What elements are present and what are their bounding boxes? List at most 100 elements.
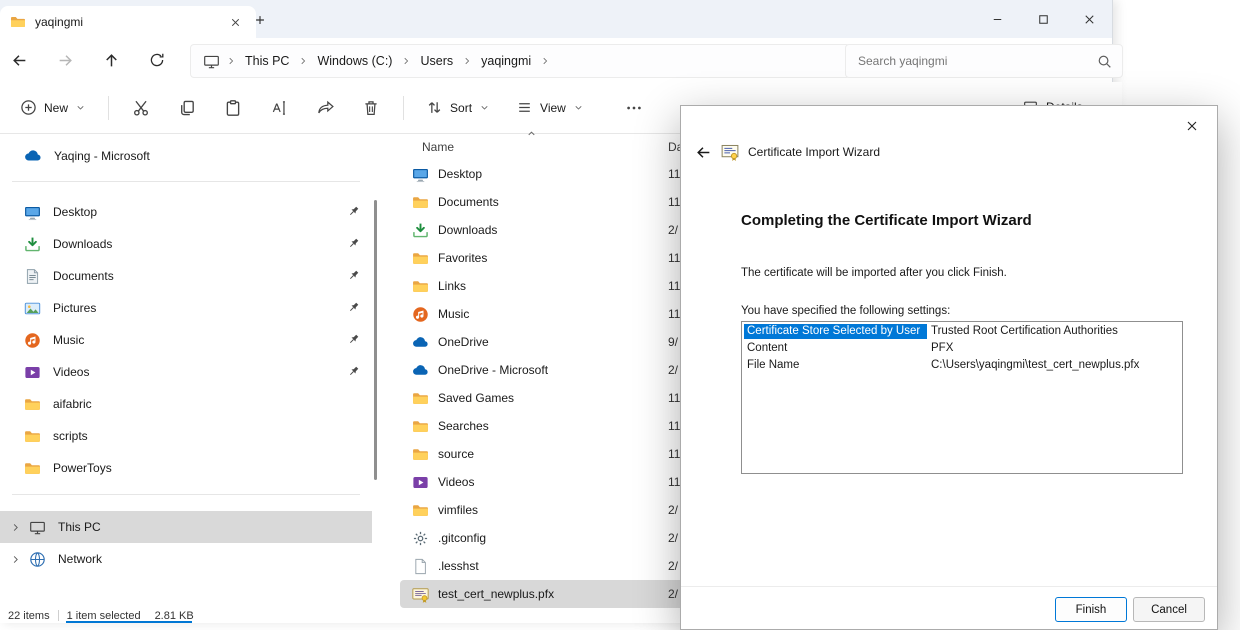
folder-icon bbox=[412, 390, 429, 407]
file-name: Documents bbox=[438, 195, 499, 209]
sidebar-item-downloads[interactable]: Downloads bbox=[0, 228, 372, 260]
chevron-right-icon bbox=[462, 56, 472, 66]
dialog-close-button[interactable] bbox=[1177, 114, 1207, 138]
sidebar-item-label: Documents bbox=[53, 269, 114, 283]
settings-row[interactable]: Content PFX bbox=[744, 341, 1180, 356]
selection-size: 2.81 KB bbox=[155, 610, 194, 622]
share-button[interactable] bbox=[305, 90, 345, 126]
up-button[interactable] bbox=[94, 44, 128, 76]
refresh-icon bbox=[149, 52, 165, 68]
file-date: 11 bbox=[668, 447, 680, 461]
cut-button[interactable] bbox=[121, 90, 161, 126]
sidebar-item-desktop[interactable]: Desktop bbox=[0, 196, 372, 228]
copy-icon bbox=[178, 99, 196, 117]
view-button[interactable]: View bbox=[506, 90, 594, 126]
file-name: Music bbox=[438, 307, 469, 321]
rename-button[interactable] bbox=[259, 90, 299, 126]
search-input[interactable] bbox=[856, 53, 1097, 69]
finish-button[interactable]: Finish bbox=[1055, 597, 1127, 622]
sidebar-item-pictures[interactable]: Pictures bbox=[0, 292, 372, 324]
sidebar-item-documents[interactable]: Documents bbox=[0, 260, 372, 292]
file-name: Links bbox=[438, 279, 466, 293]
back-button[interactable] bbox=[2, 44, 36, 76]
new-tab-button[interactable] bbox=[248, 8, 272, 32]
file-name: Desktop bbox=[438, 167, 482, 181]
status-divider bbox=[58, 610, 59, 621]
new-button[interactable]: New bbox=[10, 90, 96, 126]
copy-button[interactable] bbox=[167, 90, 207, 126]
more-icon bbox=[625, 99, 643, 117]
maximize-icon bbox=[1036, 12, 1051, 27]
column-header-name[interactable]: Name bbox=[422, 140, 454, 154]
minimize-button[interactable] bbox=[974, 0, 1020, 38]
sort-button[interactable]: Sort bbox=[416, 90, 500, 126]
chevron-down-icon bbox=[75, 102, 86, 113]
sidebar-item-label: aifabric bbox=[53, 397, 92, 411]
tab-yaqingmi[interactable]: yaqingmi bbox=[0, 6, 256, 38]
file-date: 2/ bbox=[668, 363, 678, 377]
pin-icon bbox=[347, 365, 360, 378]
sidebar-item-music[interactable]: Music bbox=[0, 324, 372, 356]
view-label: View bbox=[540, 101, 566, 115]
documents-icon bbox=[24, 268, 41, 285]
file-name: test_cert_newplus.pfx bbox=[438, 587, 554, 601]
videos-icon bbox=[412, 474, 429, 491]
window-controls bbox=[974, 0, 1112, 38]
search-icon bbox=[1097, 54, 1112, 69]
breadcrumb-windows-c[interactable]: Windows (C:) bbox=[310, 51, 399, 71]
sidebar-item-powertoys[interactable]: PowerToys bbox=[0, 452, 372, 484]
cancel-button[interactable]: Cancel bbox=[1133, 597, 1205, 622]
delete-button[interactable] bbox=[351, 90, 391, 126]
pictures-icon bbox=[24, 300, 41, 317]
scrollbar-thumb[interactable] bbox=[374, 200, 377, 480]
refresh-button[interactable] bbox=[140, 44, 174, 76]
file-name: source bbox=[438, 447, 474, 461]
tab-strip: yaqingmi bbox=[0, 0, 1112, 38]
file-date: 11 bbox=[668, 251, 680, 265]
tab-close-button[interactable] bbox=[224, 11, 246, 33]
more-options-button[interactable] bbox=[614, 90, 654, 126]
file-name: .gitconfig bbox=[438, 531, 486, 545]
sidebar-item-label: Music bbox=[53, 333, 84, 347]
pin-icon bbox=[347, 333, 360, 346]
file-date: 11 bbox=[668, 195, 680, 209]
chevron-down-icon bbox=[479, 102, 490, 113]
sidebar-item-onedrive[interactable]: Yaqing - Microsoft bbox=[0, 139, 372, 173]
sidebar-item-network[interactable]: Network bbox=[0, 543, 372, 575]
back-icon[interactable] bbox=[695, 144, 712, 161]
pin-icon bbox=[347, 301, 360, 314]
file-date: 2/ bbox=[668, 587, 678, 601]
settings-row[interactable]: File Name C:\Users\yaqingmi\test_cert_ne… bbox=[744, 358, 1180, 373]
settings-list[interactable]: Certificate Store Selected by User Trust… bbox=[741, 321, 1183, 474]
forward-button[interactable] bbox=[48, 44, 82, 76]
folder-icon bbox=[412, 278, 429, 295]
new-icon bbox=[20, 99, 37, 116]
music-icon bbox=[412, 306, 429, 323]
address-bar[interactable]: This PC Windows (C:) Users yaqingmi bbox=[190, 44, 850, 78]
maximize-button[interactable] bbox=[1020, 0, 1066, 38]
delete-icon bbox=[362, 99, 380, 117]
setting-value-filename: C:\Users\yaqingmi\test_cert_newplus.pfx bbox=[927, 358, 1143, 373]
setting-key-content: Content bbox=[744, 341, 927, 356]
cut-icon bbox=[132, 99, 150, 117]
paste-button[interactable] bbox=[213, 90, 253, 126]
folder-icon bbox=[412, 502, 429, 519]
breadcrumb-this-pc[interactable]: This PC bbox=[238, 51, 296, 71]
toolbar-divider bbox=[108, 96, 109, 120]
breadcrumb-users[interactable]: Users bbox=[413, 51, 460, 71]
chevron-right-icon bbox=[10, 554, 21, 565]
close-button[interactable] bbox=[1066, 0, 1112, 38]
sidebar-item-videos[interactable]: Videos bbox=[0, 356, 372, 388]
wizard-settings-caption: You have specified the following setting… bbox=[741, 305, 950, 317]
sidebar-item-aifabric[interactable]: aifabric bbox=[0, 388, 372, 420]
sidebar-item-label: PowerToys bbox=[53, 461, 112, 475]
sidebar-item-scripts[interactable]: scripts bbox=[0, 420, 372, 452]
breadcrumb-yaqingmi[interactable]: yaqingmi bbox=[474, 51, 538, 71]
plus-icon bbox=[253, 13, 267, 27]
minimize-icon bbox=[990, 12, 1005, 27]
selection-count: 1 item selected bbox=[67, 610, 141, 622]
file-name: Downloads bbox=[438, 223, 497, 237]
search-box[interactable] bbox=[845, 44, 1123, 78]
sidebar-item-this-pc[interactable]: This PC bbox=[0, 511, 372, 543]
settings-row[interactable]: Certificate Store Selected by User Trust… bbox=[744, 324, 1180, 339]
